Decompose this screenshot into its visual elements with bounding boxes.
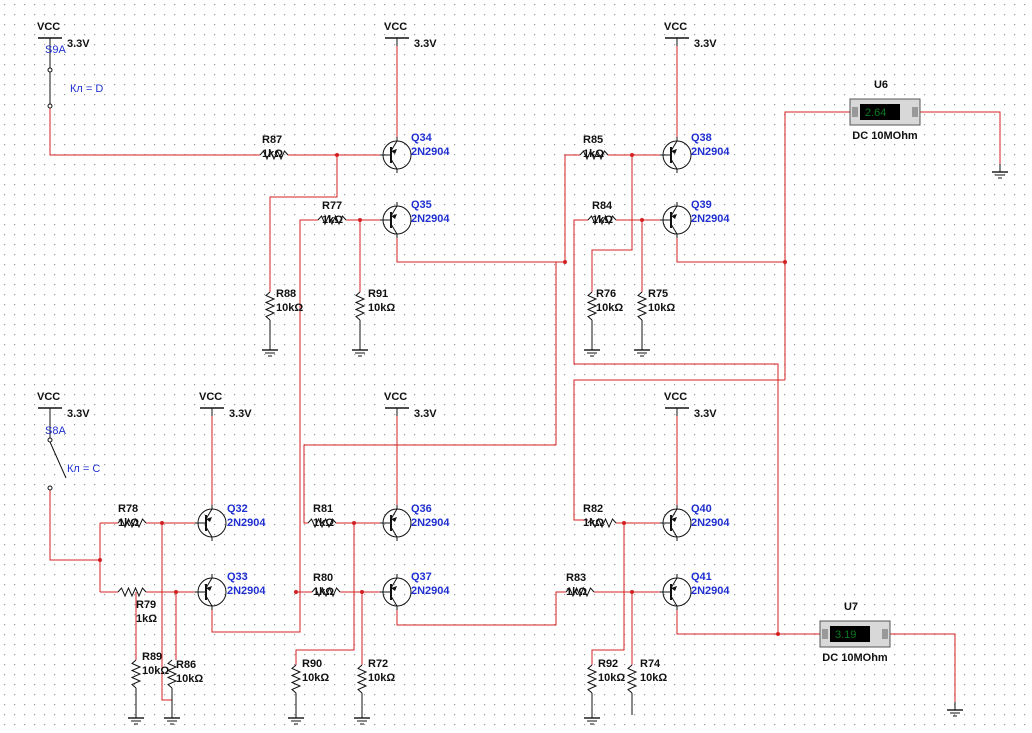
supply-voltage-label: 3.3V: [694, 38, 717, 50]
resistor-value: 1kΩ: [136, 613, 157, 625]
transistor-model: 2N2904: [227, 517, 266, 529]
transistor-model: 2N2904: [691, 585, 730, 597]
transistor-model: 2N2904: [411, 213, 450, 225]
resistor-refdes: R75: [648, 288, 668, 300]
switch-key-label: Кл = D: [70, 83, 103, 95]
resistor-refdes: R87: [262, 134, 282, 146]
transistor-refdes: Q36: [411, 503, 432, 515]
resistor-value: 10kΩ: [368, 672, 395, 684]
resistor-refdes: R83: [566, 572, 586, 584]
vcc-label: VCC: [664, 391, 687, 403]
resistor-value: 10kΩ: [596, 302, 623, 314]
resistor-value: 1kΩ: [583, 148, 604, 160]
schematic-canvas: VCC 3.3V VCC 3.3V VCC 3.3V VCC 3.3V VCC 3.3V VCC 3.…: [0, 0, 1032, 733]
vcc-label: VCC: [199, 391, 222, 403]
supply-voltage-label: 3.3V: [694, 408, 717, 420]
transistor-model: 2N2904: [691, 517, 730, 529]
transistor-refdes: Q33: [227, 571, 248, 583]
vcc-label: VCC: [37, 21, 60, 33]
resistor-refdes: R72: [368, 658, 388, 670]
transistor-model: 2N2904: [411, 517, 450, 529]
resistor-value: 10kΩ: [598, 672, 625, 684]
resistor-value: 1kΩ: [313, 586, 334, 598]
resistor-refdes: R91: [368, 288, 388, 300]
transistor-refdes: Q39: [691, 199, 712, 211]
resistor-value: 10kΩ: [276, 302, 303, 314]
resistor-refdes: R84: [592, 200, 613, 212]
resistor-value: 10kΩ: [302, 672, 329, 684]
resistor-value: 1kΩ: [262, 148, 283, 160]
vcc-label: VCC: [37, 391, 60, 403]
meter-reading: 3.19: [835, 629, 856, 641]
resistor-refdes: R82: [583, 503, 603, 515]
transistor-refdes: Q41: [691, 571, 712, 583]
resistor-value: 10kΩ: [640, 672, 667, 684]
resistor-refdes: R92: [598, 658, 618, 670]
resistor-refdes: R74: [640, 658, 661, 670]
transistor-refdes: Q40: [691, 503, 712, 515]
resistor-refdes: R80: [313, 572, 333, 584]
supply-voltage-label: 3.3V: [67, 408, 90, 420]
resistor-value: 1kΩ: [566, 586, 587, 598]
resistor-value: 10kΩ: [142, 665, 169, 677]
resistor-refdes: R77: [322, 200, 342, 212]
transistor-model: 2N2904: [691, 213, 730, 225]
transistor-refdes: Q37: [411, 571, 432, 583]
resistor-refdes: R81: [313, 503, 333, 515]
resistor-value: 1kΩ: [118, 517, 139, 529]
resistor-value: 1kΩ: [583, 517, 604, 529]
meter-refdes: U6: [874, 79, 888, 91]
resistor-refdes: R89: [142, 651, 162, 663]
meter-mode: DC 10MOhm: [852, 130, 918, 142]
supply-voltage-label: 3.3V: [67, 38, 90, 50]
transistor-model: 2N2904: [227, 585, 266, 597]
transistor-model: 2N2904: [691, 146, 730, 158]
resistor-value: 10kΩ: [176, 673, 203, 685]
meter-mode: DC 10MOhm: [822, 652, 888, 664]
resistor-refdes: R90: [302, 658, 322, 670]
transistor-refdes: Q34: [411, 132, 433, 144]
resistor-refdes: R79: [136, 599, 156, 611]
supply-voltage-label: 3.3V: [414, 38, 437, 50]
vcc-label: VCC: [664, 21, 687, 33]
supply-voltage-label: 3.3V: [414, 408, 437, 420]
transistor-model: 2N2904: [411, 585, 450, 597]
switch-key-label: Кл = C: [67, 463, 100, 475]
switch-refdes: S9A: [45, 44, 66, 56]
transistor-refdes: Q35: [411, 199, 432, 211]
vcc-label: VCC: [384, 21, 407, 33]
resistor-value: 1kΩ: [592, 214, 613, 226]
switch-refdes: S8A: [45, 425, 66, 437]
resistor-value: 1kΩ: [313, 517, 334, 529]
vcc-label: VCC: [384, 391, 407, 403]
resistor-refdes: R76: [596, 288, 616, 300]
transistor-model: 2N2904: [411, 146, 450, 158]
resistor-refdes: R86: [176, 659, 196, 671]
resistor-refdes: R85: [583, 134, 603, 146]
resistor-refdes: R88: [276, 288, 296, 300]
resistor-value: 1kΩ: [322, 214, 343, 226]
transistor-refdes: Q38: [691, 132, 712, 144]
meter-refdes: U7: [844, 601, 858, 613]
supply-voltage-label: 3.3V: [229, 408, 252, 420]
meter-reading: 2.64: [865, 107, 886, 119]
resistor-value: 10kΩ: [368, 302, 395, 314]
resistor-value: 10kΩ: [648, 302, 675, 314]
transistor-refdes: Q32: [227, 503, 248, 515]
schematic-svg: VCC 3.3V VCC 3.3V VCC 3.3V VCC 3.3V VCC 3.3V VCC 3.…: [0, 0, 1032, 733]
resistor-refdes: R78: [118, 503, 138, 515]
